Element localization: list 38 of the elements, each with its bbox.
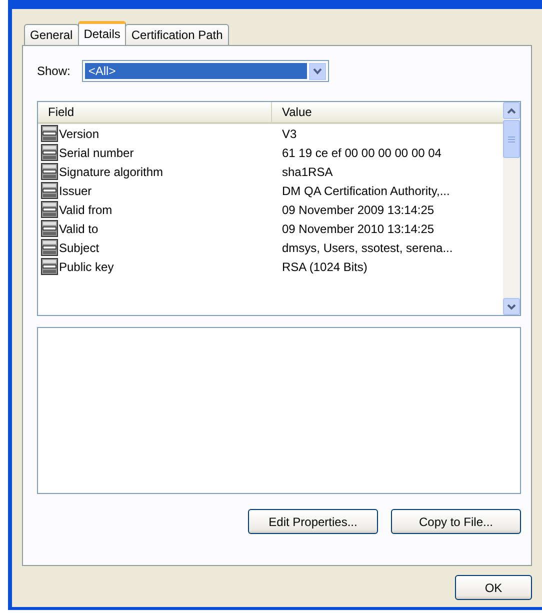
- show-dropdown[interactable]: <All>: [82, 60, 330, 82]
- scroll-down-icon[interactable]: [503, 298, 520, 315]
- field-name: Version: [59, 126, 100, 140]
- field-value: 09 November 2010 13:14:25: [281, 222, 434, 236]
- field-value: 61 19 ce ef 00 00 00 00 00 04: [281, 146, 442, 160]
- field-name: Public key: [59, 260, 114, 274]
- field-icon: [41, 239, 58, 256]
- show-label: Show:: [37, 64, 70, 78]
- field-icon: [41, 182, 58, 199]
- field-value: sha1RSA: [281, 164, 333, 178]
- field-value: V3: [281, 126, 297, 140]
- column-header[interactable]: Value: [272, 102, 312, 122]
- field-icon: [41, 220, 58, 237]
- field-name: Valid to: [59, 222, 98, 236]
- tab[interactable]: Details: [78, 21, 126, 45]
- field-value: dmsys, Users, ssotest, serena...: [281, 240, 453, 254]
- scroll-up-icon[interactable]: [503, 102, 520, 119]
- panel-button[interactable]: Edit Properties...: [248, 509, 378, 534]
- scrollbar[interactable]: [503, 102, 520, 315]
- field-name: Valid from: [59, 202, 112, 216]
- field-name: Serial number: [59, 146, 134, 160]
- scroll-thumb[interactable]: [503, 120, 520, 158]
- field-name: Issuer: [59, 184, 92, 198]
- tab[interactable]: General: [24, 24, 79, 45]
- field-value: 09 November 2009 13:14:25: [281, 202, 434, 216]
- field-icon: [41, 258, 58, 275]
- panel-button[interactable]: Copy to File...: [391, 509, 521, 534]
- field-value: RSA (1024 Bits): [281, 260, 368, 274]
- field-icon: [41, 163, 58, 180]
- field-icon: [41, 125, 58, 142]
- field-name: Signature algorithm: [59, 164, 164, 178]
- column-header[interactable]: Field: [38, 102, 272, 122]
- tab[interactable]: Certification Path: [125, 24, 229, 45]
- field-icon: [41, 144, 58, 161]
- field-value: DM QA Certification Authority,...: [281, 184, 450, 198]
- field-name: Subject: [59, 240, 100, 254]
- field-icon: [41, 201, 58, 218]
- ok-button[interactable]: OK: [455, 575, 532, 600]
